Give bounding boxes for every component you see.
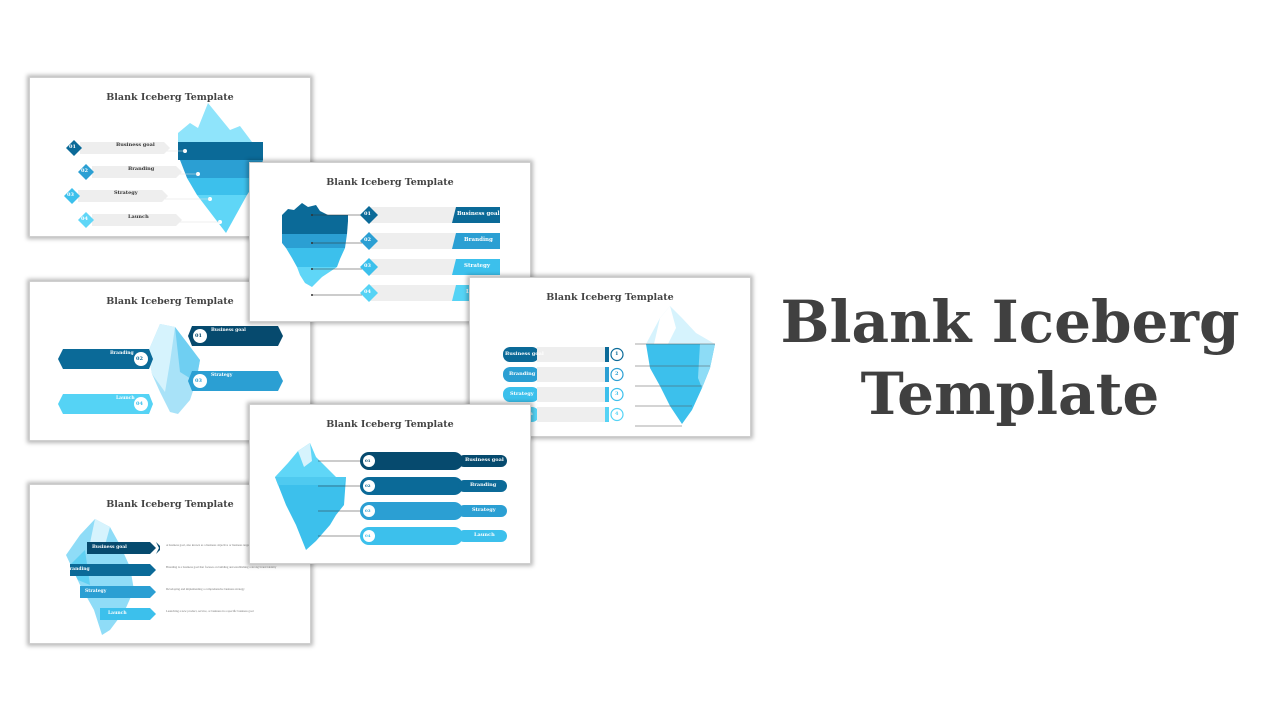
item-label: Branding	[128, 166, 155, 172]
item-number: 4	[615, 411, 619, 417]
list-item: Branding Branding is a business goal tha…	[66, 564, 300, 576]
list-item: Business goal 1	[503, 347, 628, 362]
item-label: Business goal	[211, 328, 246, 333]
slide-thumbnail-5[interactable]: Blank Iceberg Template 01 Business goal …	[249, 404, 531, 564]
list-item: 01 Business goal	[188, 326, 283, 346]
list-item: Branding 2	[503, 367, 628, 382]
item-label: Branding	[470, 482, 497, 488]
item-label: Strategy	[85, 589, 107, 594]
item-label: Launch	[128, 214, 149, 220]
list-item: 02 Branding	[360, 477, 507, 495]
list-item: Strategy 3	[503, 387, 628, 402]
item-label: Strategy	[114, 190, 138, 196]
list-item: 03 Strategy	[188, 371, 283, 391]
item-number: 1	[615, 351, 619, 357]
item-label: Branding	[464, 237, 493, 243]
list-item: 04 Launch	[360, 527, 507, 545]
item-label: Branding	[509, 371, 536, 377]
list-item: 01 Business goal	[66, 140, 176, 156]
item-label: Launch	[474, 532, 495, 538]
list-item: 03 Strategy	[360, 502, 507, 520]
item-number: 02	[136, 356, 143, 362]
item-label: Business goal	[505, 351, 544, 357]
list-item: Launch Launching a new product, service,…	[70, 608, 300, 620]
main-title: Blank Iceberg Template	[770, 286, 1250, 430]
main-title-line-2: Template	[860, 360, 1160, 428]
item-number: 02	[365, 483, 371, 488]
list-item: 04 Launch	[58, 394, 153, 414]
list-item: 03 Strategy	[360, 258, 500, 276]
item-number: 2	[615, 371, 619, 377]
list-item: 01 Business goal	[360, 206, 500, 224]
item-number: 04	[136, 401, 143, 407]
item-number: 04	[81, 216, 88, 222]
item-number: 02	[81, 168, 88, 174]
item-label: Strategy	[211, 373, 233, 378]
item-label: Branding	[110, 351, 134, 356]
list-item: 02 Branding	[58, 349, 153, 369]
item-number: 01	[69, 144, 76, 150]
item-label: Business goal	[92, 545, 127, 550]
item-label: Strategy	[510, 391, 534, 397]
item-number: 03	[364, 263, 371, 269]
item-description: Branding is a business goal that focuses…	[166, 565, 277, 569]
list-item: 02 Branding	[360, 232, 500, 250]
item-label: Strategy	[464, 263, 491, 269]
main-title-line-1: Blank Iceberg	[780, 288, 1240, 356]
list-item: 03 Strategy	[64, 188, 174, 204]
item-number: 03	[365, 508, 371, 513]
item-number: 03	[195, 378, 202, 384]
list-item: 01 Business goal	[360, 452, 507, 470]
item-number: 01	[364, 211, 371, 217]
list-item: 04 Launch	[78, 212, 188, 228]
item-label: Launch	[108, 611, 127, 616]
item-description: Launching a new product, service, or bus…	[166, 609, 254, 613]
item-number: 02	[364, 237, 371, 243]
item-label: Branding	[66, 567, 90, 572]
list-item: 02 Branding	[78, 164, 188, 180]
item-number: 3	[615, 391, 619, 397]
item-label: Launch	[116, 396, 135, 401]
item-number: 03	[67, 192, 74, 198]
item-description: Developing and implementing a comprehens…	[166, 587, 245, 591]
item-label: Business goal	[116, 142, 155, 148]
item-number: 01	[195, 333, 202, 339]
item-label: Strategy	[472, 507, 496, 513]
item-number: 04	[365, 533, 371, 538]
item-label: Business goal	[457, 211, 500, 217]
item-number: 04	[364, 289, 371, 295]
item-label: Business goal	[465, 457, 504, 463]
list-item: Strategy Developing and implementing a c…	[70, 586, 300, 598]
item-number: 01	[365, 458, 371, 463]
